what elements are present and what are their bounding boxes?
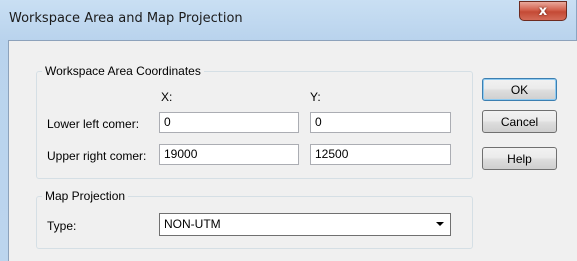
upper-right-label: Upper right comer: xyxy=(47,149,147,163)
help-button[interactable]: Help xyxy=(482,147,557,170)
close-button[interactable]: x xyxy=(519,1,567,21)
upper-right-y-input[interactable]: 12500 xyxy=(310,144,451,165)
cancel-button[interactable]: Cancel xyxy=(482,110,557,133)
type-label: Type: xyxy=(47,219,77,233)
chevron-down-icon xyxy=(436,222,444,226)
title-bar[interactable]: Workspace Area and Map Projection x xyxy=(0,0,577,32)
map-projection-legend: Map Projection xyxy=(42,189,129,203)
projection-type-select[interactable]: NON-UTM xyxy=(159,213,451,236)
close-icon: x xyxy=(538,3,548,19)
workspace-coordinates-legend: Workspace Area Coordinates xyxy=(42,64,204,78)
dialog-window: Workspace Area and Map Projection x Work… xyxy=(0,0,577,261)
lower-left-label: Lower left comer: xyxy=(47,117,140,131)
lower-left-x-input[interactable]: 0 xyxy=(159,112,299,133)
lower-left-y-input[interactable]: 0 xyxy=(310,112,451,133)
upper-right-x-input[interactable]: 19000 xyxy=(159,144,299,165)
dialog-client-area: Workspace Area Coordinates X: Y: Lower l… xyxy=(8,40,577,261)
x-column-header: X: xyxy=(161,90,173,104)
window-title: Workspace Area and Map Projection xyxy=(9,11,243,26)
y-column-header: Y: xyxy=(310,90,321,104)
ok-button[interactable]: OK xyxy=(482,78,557,101)
projection-type-value: NON-UTM xyxy=(164,217,221,231)
